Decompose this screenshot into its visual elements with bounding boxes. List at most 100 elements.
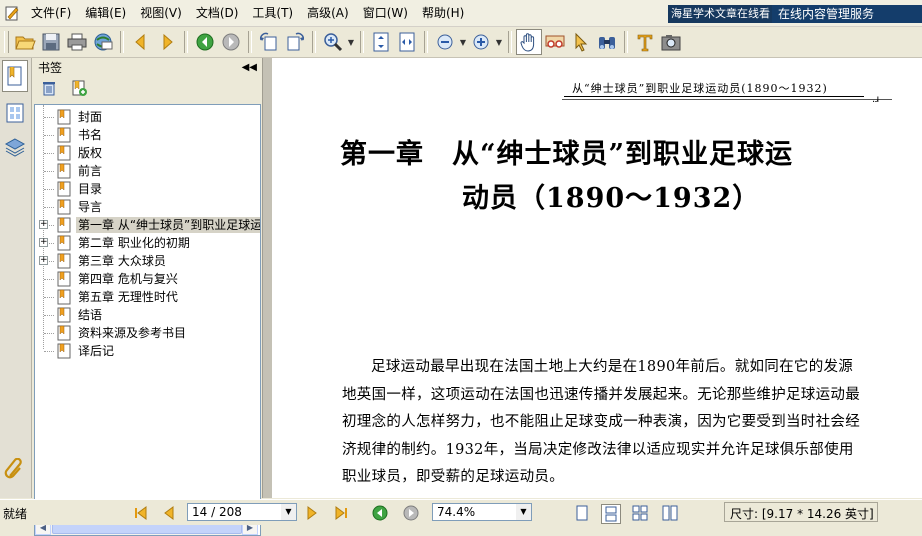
previous-page-button[interactable] [160,504,178,522]
bookmark-item[interactable]: 资料来源及参考书目 [35,324,260,342]
facing-view-button[interactable] [631,504,649,522]
menu-help[interactable]: 帮助(H) [415,0,471,26]
bookmark-label: 第五章 无理性时代 [78,290,178,304]
menu-advanced[interactable]: 高级(A) [300,0,356,26]
zoom-out-button[interactable] [432,29,458,55]
fit-page-button[interactable] [368,29,394,55]
expand-icon[interactable]: + [39,238,48,247]
bookmark-page-icon [7,66,22,86]
bookmark-label: 第一章 从“绅士球员”到职业足球运 [76,217,260,233]
bookmark-label: 前言 [78,164,103,178]
menu-file[interactable]: 文件(F) [24,0,78,26]
tree-connector [44,315,54,316]
next-page-icon [307,506,317,520]
ad-banner[interactable]: 海星学术文章在线看 在线内容管理服务 [668,5,922,23]
single-page-view-button[interactable] [573,504,591,522]
bookmark-item[interactable]: 目录 [35,180,260,198]
rotate-right-button[interactable] [282,29,308,55]
read-mode-button[interactable] [542,29,568,55]
collapse-panel-icon[interactable]: ◀◀ [242,62,257,73]
bookmark-label: 第三章 大众球员 [78,254,166,268]
save-button[interactable] [38,29,64,55]
prev-arrow-icon [135,33,145,51]
fit-width-button[interactable] [394,29,420,55]
bookmark-item[interactable]: + 第一章 从“绅士球员”到职业足球运 [35,216,260,234]
menu-edit[interactable]: 编辑(E) [78,0,133,26]
toolbar-grip[interactable] [4,31,9,53]
document-page[interactable]: 从“绅士球员”到职业足球运动员(1890～1932) .ɹ 第一章 从“绅士球员… [272,58,922,498]
bookmark-item[interactable]: 导言 [35,198,260,216]
forward-button[interactable] [218,29,244,55]
delete-bookmark-button[interactable] [38,77,60,99]
bookmark-item[interactable]: 第四章 危机与复兴 [35,270,260,288]
bookmarks-tab[interactable] [2,60,28,92]
expand-icon[interactable]: + [39,256,48,265]
rotate-left-button[interactable] [256,29,282,55]
bookmark-panel: 书签 ◀◀ 封面 书名 版权 前言 目录 导言 + 第一章 从“绅士球员”到职业足球运 + 第二章… [32,58,261,536]
open-button[interactable] [12,29,38,55]
bookmark-item[interactable]: 书名 [35,126,260,144]
status-forward-button[interactable] [402,504,420,522]
ad-right-text[interactable]: 在线内容管理服务 [772,5,922,23]
last-page-icon [335,506,347,520]
new-bookmark-button[interactable] [68,77,90,99]
email-button[interactable] [90,29,116,55]
header-rule [564,96,864,97]
ad-left-text[interactable]: 海星学术文章在线看 [668,5,772,23]
find-button[interactable] [594,29,620,55]
hand-tool-button[interactable] [516,29,542,55]
bookmark-item[interactable]: 译后记 [35,342,260,360]
zoom-tool-button[interactable] [320,29,346,55]
zoom-out-dropdown[interactable]: ▼ [458,38,468,47]
facing-pages-icon [632,505,648,521]
next-arrow-icon [163,33,173,51]
bookmark-item[interactable]: + 第三章 大众球员 [35,252,260,270]
zoom-in-icon [324,33,343,52]
back-button[interactable] [192,29,218,55]
menu-window[interactable]: 窗口(W) [356,0,415,26]
status-text: 就绪 [3,507,28,521]
bookmark-item[interactable]: 封面 [35,108,260,126]
bookmark-icon [57,199,71,215]
layers-tab[interactable] [2,134,28,160]
text-tool-button[interactable] [632,29,658,55]
fit-page-icon [373,32,389,52]
zoom-in-dropdown[interactable]: ▼ [494,38,504,47]
bookmark-item[interactable]: + 第二章 职业化的初期 [35,234,260,252]
zoom-in-button[interactable] [468,29,494,55]
select-tool-button[interactable] [568,29,594,55]
bookmark-item[interactable]: 第五章 无理性时代 [35,288,260,306]
attachments-tab[interactable] [2,456,28,482]
save-icon [42,33,60,51]
select-cursor-icon [575,32,588,52]
menu-view[interactable]: 视图(V) [133,0,189,26]
last-page-button[interactable] [332,504,350,522]
snapshot-button[interactable] [658,29,684,55]
menu-tools[interactable]: 工具(T) [245,0,300,26]
print-button[interactable] [64,29,90,55]
bookmark-item[interactable]: 版权 [35,144,260,162]
first-page-button[interactable] [132,504,150,522]
next-page-button[interactable] [154,29,180,55]
continuous-facing-view-button[interactable] [661,504,679,522]
toolbar-separator [248,31,252,53]
bookmark-item[interactable]: 前言 [35,162,260,180]
expand-icon[interactable]: + [39,220,48,229]
forward-circle-icon [403,505,419,521]
menu-document[interactable]: 文档(D) [189,0,246,26]
bookmark-item[interactable]: 结语 [35,306,260,324]
bookmark-icon [57,145,71,161]
chevron-down-icon[interactable]: ▼ [281,504,296,520]
zoom-tool-dropdown[interactable]: ▼ [346,38,356,47]
header-rule-secondary [562,99,892,100]
bookmark-label: 第四章 危机与复兴 [78,272,178,286]
chevron-down-icon[interactable]: ▼ [516,504,531,520]
next-page-status-button[interactable] [303,504,321,522]
continuous-view-button[interactable] [601,504,621,524]
status-back-button[interactable] [371,504,389,522]
snapshot-icon [661,35,681,51]
page-number-combo[interactable]: 14 / 208 ▼ [187,503,297,521]
thumbnails-tab[interactable] [2,100,28,126]
prev-page-button[interactable] [128,29,154,55]
zoom-combo[interactable]: 74.4% ▼ [432,503,532,521]
